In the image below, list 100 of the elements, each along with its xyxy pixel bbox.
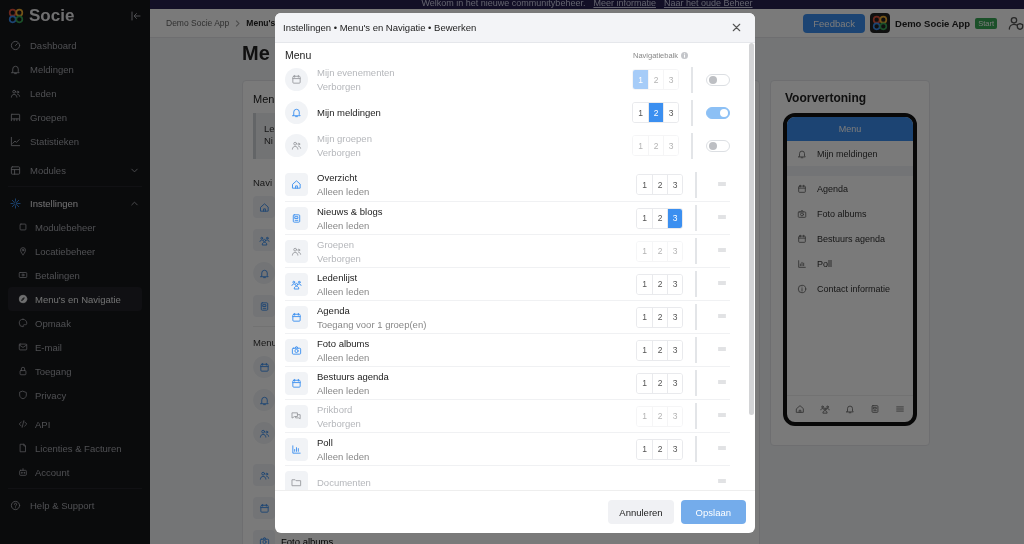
menu-item-title: Poll — [317, 436, 334, 448]
menu-item-title: Foto albums — [317, 337, 371, 349]
square-icon — [18, 222, 28, 232]
sidebar-item[interactable]: Leden — [8, 81, 142, 105]
sidebar-item[interactable]: Modulebeheer — [8, 215, 142, 239]
menu-item-status: Verborgen — [317, 147, 362, 158]
user-group-icon — [291, 140, 302, 151]
sidebar-item[interactable]: Locatiebeheer — [8, 239, 142, 263]
sidebar-item[interactable]: Groepen — [8, 105, 142, 129]
bar-chart-icon — [797, 258, 807, 269]
icon-tile[interactable] — [253, 196, 275, 218]
nav-position-button[interactable]: 3 — [667, 373, 682, 393]
toggle-switch[interactable] — [706, 139, 730, 152]
toggle-switch[interactable] — [706, 73, 730, 86]
card-title: Men — [253, 93, 275, 105]
announcement-link[interactable]: Meer informatie — [593, 0, 656, 9]
calendar-icon — [291, 311, 302, 323]
grid-icon — [10, 164, 21, 176]
sidebar-item[interactable]: Dashboard — [8, 33, 142, 57]
bell-icon — [291, 107, 302, 118]
camera-icon — [291, 344, 302, 356]
user-group-icon — [258, 427, 270, 439]
nav-position-button[interactable]: 3 — [667, 274, 682, 294]
nav-position-button[interactable]: 2 — [648, 103, 663, 122]
user-shield-icon[interactable] — [1008, 15, 1024, 31]
sidebar-group[interactable]: Instellingen — [8, 191, 142, 215]
home-icon — [794, 404, 805, 414]
modal-title: Instellingen • Menu's en Navigatie • Bewerken — [283, 22, 477, 33]
preview-title: Voorvertoning — [785, 91, 868, 105]
document-icon — [18, 443, 28, 453]
sidebar-item[interactable]: Privacy — [8, 383, 142, 407]
sidebar-item[interactable]: Menu's en Navigatie — [8, 287, 142, 311]
app-logo[interactable] — [870, 13, 890, 33]
sidebar-item[interactable]: Statistieken — [8, 129, 142, 153]
nav-position-button[interactable]: 3 — [667, 208, 682, 228]
nav-position-button[interactable]: 3 — [667, 439, 682, 459]
notice-text: Ni — [264, 135, 273, 147]
menu-item-title: Documenten — [317, 476, 372, 488]
icon-tile[interactable] — [253, 464, 275, 486]
announcement-text: Welkom in het nieuwe communitybeheer. — [421, 0, 586, 9]
sidebar-item[interactable]: Meldingen — [8, 57, 142, 81]
breadcrumb-link[interactable]: Demo Socie App — [166, 18, 230, 28]
info-icon — [797, 283, 807, 294]
toggle-switch[interactable] — [706, 106, 730, 119]
calendar-icon — [258, 502, 270, 514]
mail-icon — [18, 342, 28, 352]
brand-name: Socie — [29, 6, 76, 26]
location-pin-icon — [18, 246, 28, 256]
people-icon — [291, 278, 302, 290]
gauge-icon — [10, 39, 21, 51]
icon-tile[interactable] — [253, 389, 275, 411]
page-title: Me — [242, 42, 270, 66]
nav-position-button[interactable]: 1 — [633, 70, 648, 89]
bell-icon — [258, 394, 270, 406]
nav-position-button[interactable]: 3 — [667, 340, 682, 360]
compass-icon — [18, 294, 28, 304]
icon-tile[interactable] — [253, 422, 275, 444]
menu-item-title: Ledenlijst — [317, 271, 359, 283]
menu-item-title: Bestuurs agenda — [317, 370, 390, 382]
menu-item-title: Overzicht — [317, 172, 359, 183]
menu-item-status: Verborgen — [317, 81, 362, 92]
sidebar-item[interactable]: Betalingen — [8, 263, 142, 287]
menu-item-status: Toegang voor 1 groep(en) — [317, 318, 428, 330]
preview-item: Foto albums — [817, 208, 867, 219]
menu-item-status: Verborgen — [317, 417, 362, 429]
help-icon — [10, 499, 21, 511]
close-icon[interactable] — [730, 21, 743, 34]
nav-position-button[interactable]: 3 — [663, 103, 678, 122]
sidebar-item[interactable]: Account — [8, 460, 142, 484]
sidebar-item[interactable]: Help & Support — [8, 493, 142, 517]
icon-tile[interactable] — [253, 356, 275, 378]
preview-item: Bestuurs agenda — [817, 233, 886, 244]
sidebar-group[interactable]: Modules — [8, 158, 142, 182]
nav-position-button[interactable]: 3 — [667, 175, 682, 194]
cancel-button[interactable]: Annuleren — [608, 500, 674, 524]
icon-tile[interactable] — [253, 229, 275, 251]
icon-tile[interactable] — [253, 295, 275, 317]
banknote-icon — [18, 270, 28, 280]
menu-item-status: Alleen leden — [317, 219, 371, 231]
menu-item-title: Agenda — [317, 304, 351, 316]
shield-icon — [18, 390, 28, 400]
nav-position-button[interactable]: 3 — [667, 307, 682, 327]
sidebar-item[interactable]: E-mail — [8, 335, 142, 359]
breadcrumb-link[interactable]: Menu's — [246, 18, 276, 28]
announcement-link[interactable]: Naar het oude Beheer — [663, 0, 753, 9]
sidebar-item[interactable]: Licenties & Facturen — [8, 436, 142, 460]
sidebar-item[interactable]: Toegang — [8, 359, 142, 383]
bell-icon — [10, 63, 21, 75]
sidebar-item[interactable]: API — [8, 412, 142, 436]
icon-tile[interactable] — [253, 497, 275, 519]
bell-icon — [844, 404, 855, 414]
icon-tile[interactable] — [253, 262, 275, 284]
logo-icon — [8, 8, 24, 24]
section-heading: Menu — [285, 49, 313, 61]
menu-item-title: Mijn evenementen — [317, 67, 396, 78]
calendar-icon — [291, 377, 302, 389]
scrollbar[interactable] — [749, 43, 754, 415]
sidebar-item[interactable]: Opmaak — [8, 311, 142, 335]
collapse-sidebar-icon[interactable] — [130, 10, 142, 22]
feedback-button[interactable]: Feedback — [803, 13, 865, 33]
